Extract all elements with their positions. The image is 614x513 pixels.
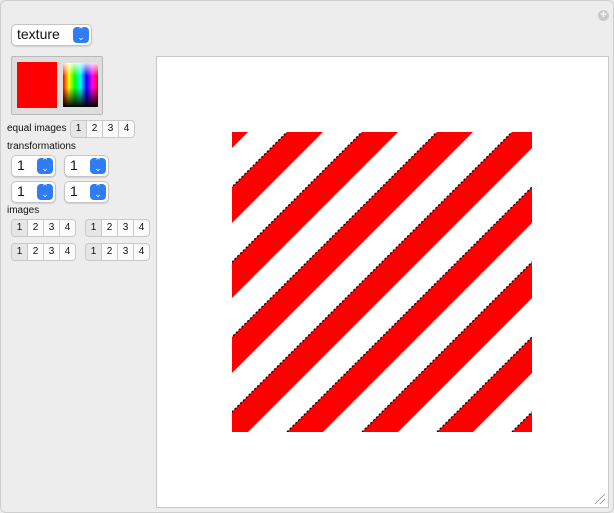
transformation-select-3[interactable]: 1 ⌃ ⌄: [11, 181, 56, 203]
images-label: images: [7, 205, 40, 216]
equal-images-option-3[interactable]: 3: [103, 120, 119, 138]
chevron-up-down-icon: ⌃ ⌄: [73, 26, 89, 43]
transformation-select-1-value: 1: [17, 157, 25, 173]
chevron-up-down-icon: ⌃ ⌄: [37, 183, 53, 200]
transformation-select-3-value: 1: [17, 183, 25, 199]
equal-images-label: equal images: [7, 123, 67, 134]
images-1-option-4[interactable]: 4: [60, 219, 76, 237]
chevron-up-down-icon: ⌃ ⌄: [37, 157, 53, 174]
images-selector-2[interactable]: 1 2 3 4: [85, 219, 150, 237]
resize-grip-icon[interactable]: [595, 494, 605, 504]
transformation-select-1[interactable]: 1 ⌃ ⌄: [11, 155, 56, 177]
images-3-option-1[interactable]: 1: [11, 243, 28, 261]
mode-select-value: texture: [17, 26, 60, 42]
equal-images-selector[interactable]: 1 2 3 4: [70, 120, 135, 138]
images-selector-4[interactable]: 1 2 3 4: [85, 243, 150, 261]
images-4-option-1[interactable]: 1: [85, 243, 102, 261]
app-window: + texture ⌃ ⌄ equal images 1 2 3 4 transf…: [0, 0, 614, 513]
chevron-up-down-icon: ⌃ ⌄: [90, 183, 106, 200]
images-1-option-2[interactable]: 2: [28, 219, 44, 237]
images-3-option-2[interactable]: 2: [28, 243, 44, 261]
images-selector-1[interactable]: 1 2 3 4: [11, 219, 76, 237]
color-swatch[interactable]: [17, 62, 57, 108]
equal-images-option-2[interactable]: 2: [87, 120, 103, 138]
transformation-select-4[interactable]: 1 ⌃ ⌄: [64, 181, 109, 203]
mode-select[interactable]: texture ⌃ ⌄: [11, 24, 92, 46]
images-3-option-4[interactable]: 4: [60, 243, 76, 261]
images-1-option-1[interactable]: 1: [11, 219, 28, 237]
equal-images-option-1[interactable]: 1: [70, 120, 87, 138]
images-4-option-2[interactable]: 2: [102, 243, 118, 261]
images-3-option-3[interactable]: 3: [44, 243, 60, 261]
stripe-texture: [232, 132, 532, 432]
color-picker-icon[interactable]: [63, 63, 98, 107]
transformation-select-2-value: 1: [70, 157, 78, 173]
images-2-option-4[interactable]: 4: [134, 219, 150, 237]
plus-icon[interactable]: +: [598, 10, 609, 21]
images-2-option-2[interactable]: 2: [102, 219, 118, 237]
images-2-option-1[interactable]: 1: [85, 219, 102, 237]
texture-image: [232, 132, 532, 432]
chevron-up-down-icon: ⌃ ⌄: [90, 157, 106, 174]
transformations-label: transformations: [7, 141, 76, 152]
transformation-select-4-value: 1: [70, 183, 78, 199]
output-panel: [156, 56, 609, 508]
images-1-option-3[interactable]: 3: [44, 219, 60, 237]
images-selector-3[interactable]: 1 2 3 4: [11, 243, 76, 261]
images-4-option-4[interactable]: 4: [134, 243, 150, 261]
images-4-option-3[interactable]: 3: [118, 243, 134, 261]
equal-images-option-4[interactable]: 4: [119, 120, 135, 138]
transformation-select-2[interactable]: 1 ⌃ ⌄: [64, 155, 109, 177]
color-setter[interactable]: [11, 56, 103, 115]
images-2-option-3[interactable]: 3: [118, 219, 134, 237]
